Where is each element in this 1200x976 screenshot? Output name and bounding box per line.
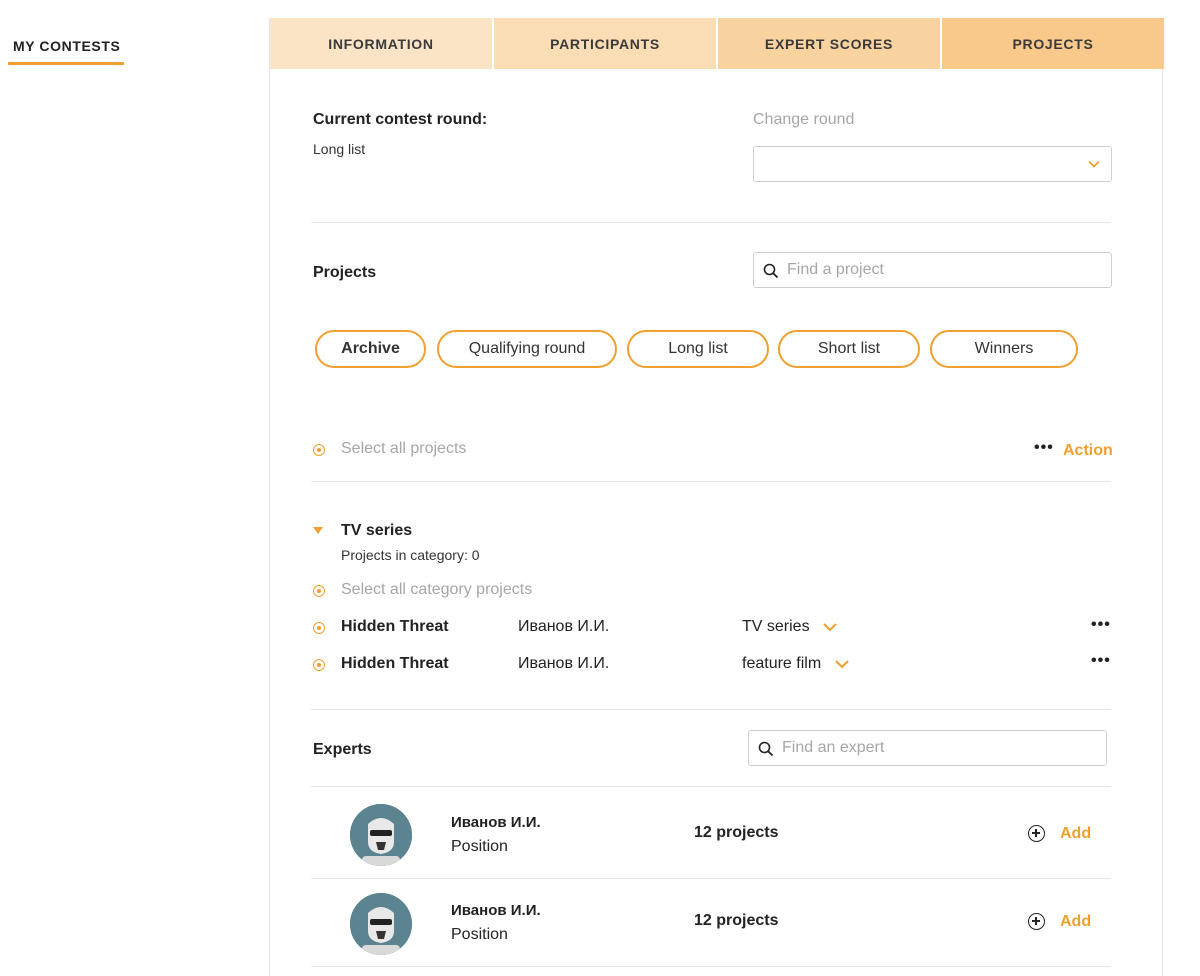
add-expert-button[interactable]: Add: [1060, 825, 1091, 843]
project-name[interactable]: Hidden Threat: [341, 655, 449, 673]
tab-information[interactable]: INFORMATION: [270, 18, 494, 69]
filter-archive[interactable]: Archive: [315, 330, 426, 368]
experts-title: Experts: [313, 741, 372, 758]
add-expert-button[interactable]: Add: [1060, 913, 1091, 931]
category-name[interactable]: TV series: [341, 522, 412, 540]
more-icon[interactable]: •••: [1034, 439, 1054, 457]
select-all-projects-label: Select all projects: [341, 440, 467, 457]
stormtrooper-avatar-image: [350, 893, 412, 955]
more-icon[interactable]: •••: [1091, 616, 1111, 634]
filter-short-list[interactable]: Short list: [778, 330, 920, 368]
expert-name: Иванов И.И.: [451, 814, 541, 831]
action-button[interactable]: Action: [1063, 442, 1113, 460]
divider: [311, 966, 1111, 967]
divider: [311, 786, 1111, 787]
round-select[interactable]: [753, 146, 1112, 182]
chevron-down-icon[interactable]: [834, 657, 850, 671]
caret-down-icon[interactable]: [312, 526, 324, 536]
select-all-category-label: Select all category projects: [341, 581, 533, 598]
my-contests-tab[interactable]: MY CONTESTS: [8, 37, 124, 65]
tab-bar: INFORMATION PARTICIPANTS EXPERT SCORES P…: [270, 18, 1164, 69]
current-round-value: Long list: [313, 141, 366, 157]
current-round-label: Current contest round:: [313, 111, 488, 128]
avatar: [350, 893, 412, 955]
project-search-input[interactable]: [787, 253, 1104, 287]
filter-winners[interactable]: Winners: [930, 330, 1078, 368]
expert-search-input[interactable]: [782, 731, 1099, 765]
search-icon: [763, 263, 779, 279]
expert-name: Иванов И.И.: [451, 902, 541, 919]
projects-title: Projects: [313, 264, 377, 281]
project-author: Иванов И.И.: [518, 618, 610, 635]
divider: [311, 878, 1111, 879]
expert-search: [748, 730, 1107, 766]
more-icon[interactable]: •••: [1091, 652, 1111, 670]
expert-position: Position: [451, 926, 508, 943]
project-radio[interactable]: [313, 622, 325, 634]
select-all-category-radio[interactable]: [313, 585, 325, 597]
project-search: [753, 252, 1112, 288]
chevron-down-icon: [1088, 160, 1100, 168]
change-round-label: Change round: [753, 111, 855, 128]
expert-position: Position: [451, 838, 508, 855]
stormtrooper-avatar-image: [350, 804, 412, 866]
filter-long-list[interactable]: Long list: [627, 330, 769, 368]
tab-participants[interactable]: PARTICIPANTS: [494, 18, 718, 69]
avatar: [350, 804, 412, 866]
project-radio[interactable]: [313, 659, 325, 671]
expert-project-count: 12 projects: [694, 912, 779, 929]
tab-expert-scores[interactable]: EXPERT SCORES: [718, 18, 942, 69]
chevron-down-icon[interactable]: [822, 620, 838, 634]
divider: [311, 481, 1111, 482]
tab-projects[interactable]: PROJECTS: [942, 18, 1164, 69]
search-icon: [758, 741, 774, 757]
project-author: Иванов И.И.: [518, 655, 610, 672]
project-type[interactable]: feature film: [742, 655, 821, 673]
project-type[interactable]: TV series: [742, 618, 810, 636]
add-circle-icon[interactable]: [1028, 825, 1045, 842]
divider: [311, 222, 1111, 223]
project-name[interactable]: Hidden Threat: [341, 618, 449, 636]
expert-project-count: 12 projects: [694, 824, 779, 841]
contest-panel: INFORMATION PARTICIPANTS EXPERT SCORES P…: [269, 18, 1164, 976]
category-count: Projects in category: 0: [341, 547, 480, 563]
filter-qualifying-round[interactable]: Qualifying round: [437, 330, 617, 368]
divider: [311, 709, 1111, 710]
add-circle-icon[interactable]: [1028, 913, 1045, 930]
select-all-projects-radio[interactable]: [313, 444, 325, 456]
